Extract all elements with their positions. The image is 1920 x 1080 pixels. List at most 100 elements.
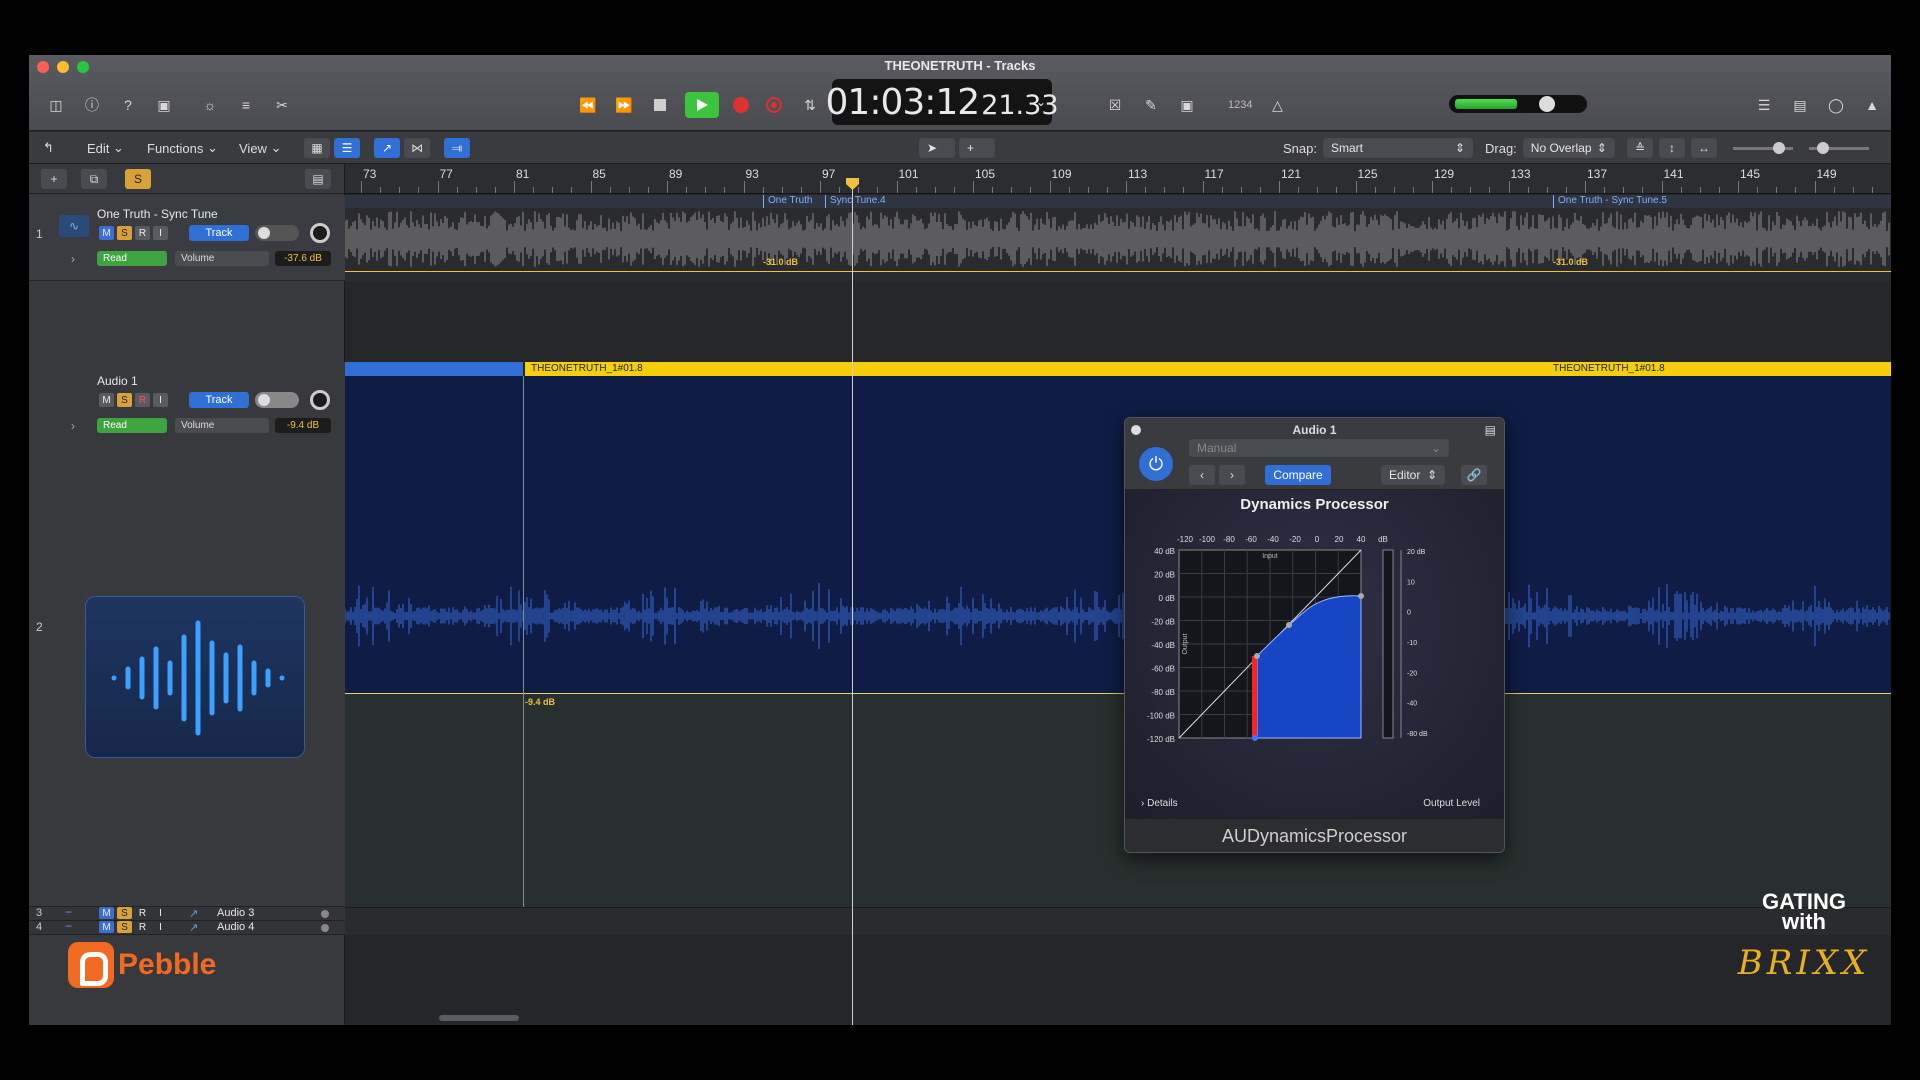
expand-icon[interactable]: ▤ [1485,418,1496,442]
back-arrow-icon[interactable]: ↰ [43,138,54,158]
mute-button[interactable]: M [99,907,114,919]
automation-parameter-select[interactable]: Volume [175,418,269,433]
loop-browser-icon[interactable]: ◯ [1825,94,1847,116]
region-name[interactable]: One Truth [763,195,812,208]
region-name[interactable]: THEONETRUTH_1#01.8 [1553,363,1665,376]
horizontal-scrollbar[interactable] [439,1015,519,1021]
plugin-window[interactable]: Audio 1 ▤ ⏻ Manual ⌄ ‹ › Compare Editor ⇕ … [1124,417,1505,853]
track-header-3[interactable]: 3 − M S R I ↗ Audio 3 [29,905,345,921]
horizontal-zoom-slider[interactable] [1809,141,1869,154]
mute-button[interactable]: M [99,226,114,240]
lane-track-2[interactable]: THEONETRUTH_1#01.8 THEONETRUTH_1#01.8 -9… [345,362,1891,907]
record-enable-button[interactable]: R [135,907,150,919]
mute-button[interactable]: M [99,921,114,933]
vertical-zoom-slider[interactable] [1733,141,1793,154]
volume-automation-line[interactable] [345,271,1891,272]
chevron-right-icon[interactable]: › [71,419,75,433]
smart-controls-icon[interactable]: ☼ [199,94,221,116]
automation-mode-select[interactable]: Read [97,251,167,266]
chevron-down-icon[interactable]: ⌄ [1036,95,1046,109]
functions-menu[interactable]: Functions ⌄ [147,138,218,158]
count-in-badge[interactable]: 1234 [1228,99,1252,111]
record-enable-button[interactable]: R [135,393,150,407]
track-state-dot[interactable] [321,924,329,932]
duplicate-track-icon[interactable]: ⧉ [81,169,107,189]
region-header-selected[interactable] [345,362,523,376]
track-name[interactable]: One Truth - Sync Tune [97,207,218,221]
notepad-icon[interactable]: ▤ [1789,94,1811,116]
track-on-off-toggle[interactable] [255,392,299,408]
list-view-icon[interactable]: ☰ [334,138,360,158]
editor-view-select[interactable]: Editor ⇕ [1381,465,1445,485]
compare-button[interactable]: Compare [1265,465,1331,485]
input-monitor-button[interactable]: I [153,907,168,919]
info-icon[interactable]: ⓘ [81,94,103,116]
track-name[interactable]: Audio 1 [97,374,138,388]
grid-view-icon[interactable]: ▦ [304,138,330,158]
scissors-icon[interactable]: ✂ [271,94,293,116]
capture-record-icon[interactable] [763,94,785,116]
help-icon[interactable]: ? [117,94,139,116]
list-icon[interactable]: ☰ [1753,94,1775,116]
track-on-off-toggle[interactable] [255,225,299,241]
previous-preset-icon[interactable]: ‹ [1189,465,1215,485]
drag-select[interactable]: No Overlap ⇕ [1522,138,1615,158]
rewind-icon[interactable]: ⏪ [577,94,599,116]
pan-knob[interactable] [310,390,330,410]
global-solo-button[interactable]: S [125,169,151,189]
play-button[interactable] [685,92,719,118]
track-state-dot[interactable] [321,910,329,918]
automation-parameter-select[interactable]: Volume [175,251,269,266]
global-tracks-icon[interactable]: ▤ [305,169,331,189]
waveform-zoom-icon[interactable]: ≙ [1627,138,1653,158]
snap-select[interactable]: Smart ⇕ [1322,138,1473,158]
automation-value[interactable]: -9.4 dB [275,418,331,433]
track-name[interactable]: Audio 3 [217,907,254,919]
record-enable-button[interactable]: R [135,921,150,933]
collapse-icon[interactable]: − [65,919,72,933]
input-monitor-button[interactable]: I [153,393,168,407]
volume-automation-line[interactable] [345,693,1891,694]
lane-track-1[interactable]: One Truth Sync Tune.4 One Truth - Sync T… [345,195,1891,281]
dynamics-graph-panel[interactable]: Dynamics Processor -120 -100 -80 -60 -40 -20 0… [1125,490,1504,820]
track-header-1[interactable]: 1 ∿ One Truth - Sync Tune M S R I Track … [29,195,345,281]
record-icon[interactable] [733,97,749,113]
solo-button[interactable]: S [117,226,132,240]
stop-icon[interactable] [649,94,671,116]
track-header-2[interactable]: 2 Audio 1 M S R I Track › Read Volume -9… [29,362,345,907]
flex-icon[interactable]: ⋈ [404,138,430,158]
region-header-strip[interactable] [525,362,1891,376]
next-preset-icon[interactable]: › [1219,465,1245,485]
region-name[interactable]: Sync Tune.4 [825,195,886,208]
automation-value[interactable]: -37.6 dB [275,251,331,266]
fast-forward-icon[interactable]: ⏩ [613,94,635,116]
pointer-tool-menu[interactable]: ➤ [919,138,955,158]
automation-icon[interactable]: ↗ [374,138,400,158]
link-icon[interactable]: 🔗 [1461,465,1487,485]
lcd-display[interactable]: 01:03:12 21.33 ⌄ [826,79,1059,125]
track-alternatives-button[interactable]: Track [189,225,249,241]
track-alternatives-button[interactable]: Track [189,392,249,408]
catch-icon[interactable]: ⫥ [444,138,470,158]
solo-button[interactable]: S [117,393,132,407]
metronome-icon[interactable]: △ [1266,94,1288,116]
track-header-4[interactable]: 4 − M S R I ↗ Audio 4 [29,919,345,935]
add-track-button[interactable]: + [41,169,67,189]
record-enable-button[interactable]: R [135,226,150,240]
pan-knob[interactable] [310,223,330,243]
browser-icon[interactable]: ▣ [153,94,175,116]
tuner-icon[interactable]: ✎ [1140,94,1162,116]
playhead[interactable] [846,178,859,1025]
track-name[interactable]: Audio 4 [217,921,254,933]
library-icon[interactable]: ◫ [45,94,67,116]
master-volume-slider[interactable] [1449,95,1587,113]
vertical-zoom-icon[interactable]: ↕ [1659,138,1685,158]
power-icon[interactable]: ⏻ [1139,447,1173,481]
mixer-icon[interactable]: ≡ [235,94,257,116]
input-monitor-button[interactable]: I [153,921,168,933]
collapsed-lanes[interactable] [345,907,1891,935]
replace-icon[interactable]: ☒ [1104,94,1126,116]
secondary-tool-menu[interactable]: + [959,138,995,158]
solo-icon[interactable]: ▣ [1176,94,1198,116]
transfer-curve-graph[interactable]: -120 -100 -80 -60 -40 -20 0 20 40 dB40 dB20 dB0 d… [1125,514,1505,814]
